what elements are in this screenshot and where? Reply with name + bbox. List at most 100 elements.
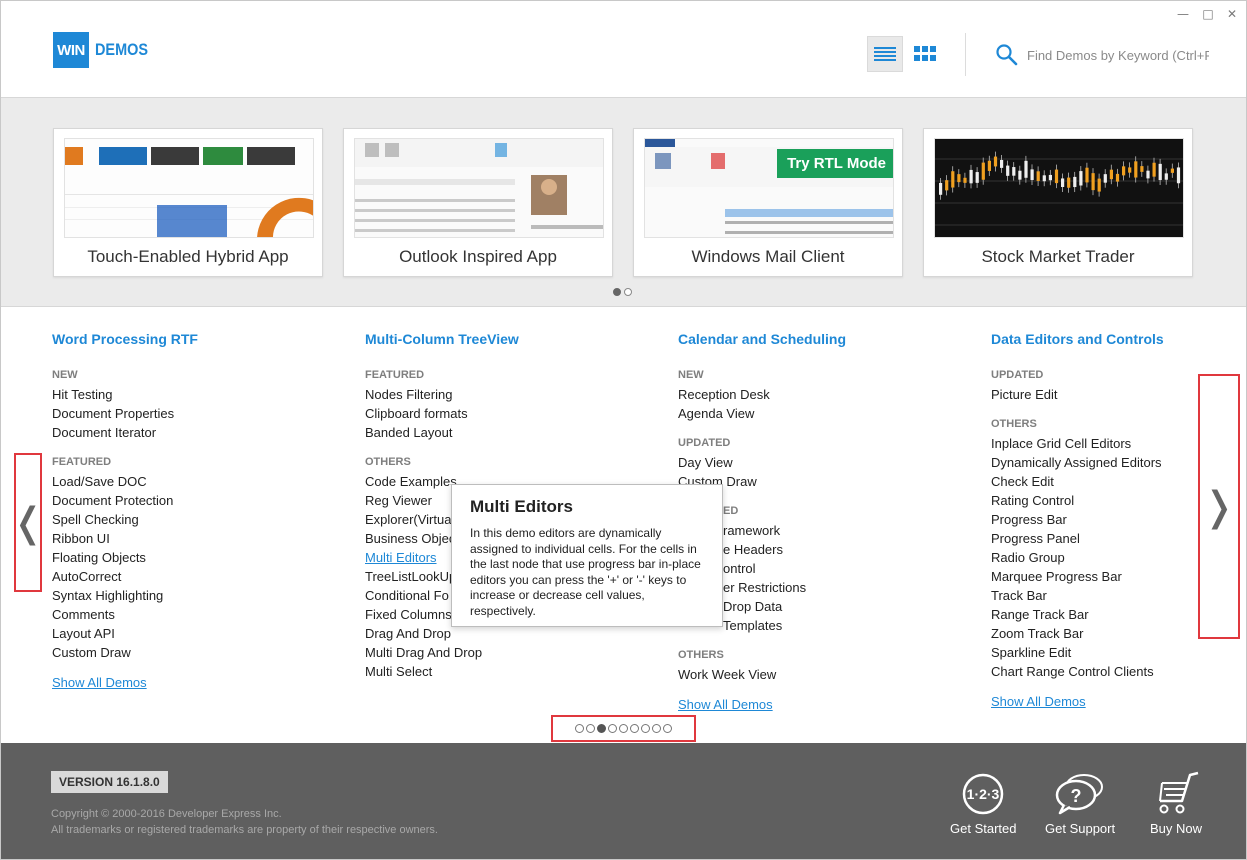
minimize-button[interactable]: —: [1174, 7, 1192, 21]
show-all-demos-link[interactable]: Show All Demos: [52, 673, 312, 692]
category-title[interactable]: Calendar and Scheduling: [678, 331, 938, 347]
cart-icon: [1159, 771, 1199, 814]
demo-link[interactable]: Document Iterator: [52, 423, 312, 442]
featured-card-touch-hybrid[interactable]: Touch-Enabled Hybrid App: [53, 128, 323, 277]
demo-link[interactable]: Spell Checking: [52, 510, 312, 529]
card-thumbnail: [64, 138, 314, 238]
card-thumbnail: [934, 138, 1184, 238]
demo-link[interactable]: Comments: [52, 605, 312, 624]
demo-link[interactable]: Day View: [678, 453, 938, 472]
card-title: Outlook Inspired App: [399, 247, 557, 266]
pager-dot[interactable]: [613, 288, 621, 296]
logo-text: DEMOS: [95, 40, 148, 59]
demo-link[interactable]: Clipboard formats: [365, 404, 625, 423]
featured-card-stock-trader[interactable]: Stock Market Trader: [923, 128, 1193, 277]
section-label: OTHERS: [678, 649, 724, 661]
featured-card-windows-mail[interactable]: Try RTL Mode Windows Mail Client: [633, 128, 903, 277]
pager-dot[interactable]: [624, 288, 632, 296]
svg-text:1·2·3: 1·2·3: [967, 786, 1000, 802]
footer-button-label: Get Started: [950, 821, 1017, 836]
search-icon[interactable]: [995, 43, 1019, 67]
pager-dot[interactable]: [630, 724, 639, 733]
try-rtl-badge[interactable]: Try RTL Mode: [777, 149, 893, 178]
tile-view-icon: [914, 46, 936, 61]
demo-link[interactable]: Load/Save DOC: [52, 472, 312, 491]
svg-text:?: ?: [1071, 786, 1082, 806]
demo-link[interactable]: Multi Drag And Drop: [365, 643, 625, 662]
steps-123-icon: 1·2·3: [962, 773, 1004, 815]
demo-link[interactable]: Custom Draw: [52, 643, 312, 662]
list-view-icon: [874, 47, 896, 61]
version-badge: VERSION 16.1.8.0: [51, 771, 168, 793]
demo-link[interactable]: Floating Objects: [52, 548, 312, 567]
get-support-button[interactable]: ? Get Support: [1045, 771, 1115, 836]
demo-link[interactable]: Reception Desk: [678, 385, 938, 404]
category-title[interactable]: Data Editors and Controls: [991, 331, 1246, 347]
section-label: FEATURED: [365, 369, 425, 381]
demo-link[interactable]: Document Properties: [52, 404, 312, 423]
previous-page-button[interactable]: ❬: [11, 453, 45, 592]
demo-tooltip: Multi Editors In this demo editors are d…: [451, 484, 723, 627]
next-page-button[interactable]: ❭: [1198, 374, 1240, 639]
footer-button-label: Get Support: [1045, 821, 1116, 836]
demo-link[interactable]: Chart Range Control Clients: [991, 662, 1246, 681]
card-title: Touch-Enabled Hybrid App: [87, 247, 289, 266]
copyright-text: Copyright © 2000-2016 Developer Express …: [51, 808, 282, 820]
tile-view-button[interactable]: [907, 36, 943, 72]
maximize-button[interactable]: □: [1199, 7, 1217, 21]
demo-link[interactable]: Document Protection: [52, 491, 312, 510]
pager-dot[interactable]: [597, 724, 606, 733]
demo-link[interactable]: Multi Select: [365, 662, 625, 681]
footer: VERSION 16.1.8.0 Copyright © 2000-2016 D…: [1, 743, 1246, 859]
logo-mark: WIN: [53, 32, 89, 68]
tooltip-title: Multi Editors: [470, 497, 573, 516]
featured-card-outlook[interactable]: Outlook Inspired App: [343, 128, 613, 277]
demo-link[interactable]: Layout API: [52, 624, 312, 643]
category-pager: [551, 715, 696, 742]
section-label: UPDATED: [678, 437, 731, 449]
pager-dot[interactable]: [575, 724, 584, 733]
pager-dot[interactable]: [619, 724, 628, 733]
tooltip-description: In this demo editors are dynamically ass…: [470, 526, 701, 618]
buy-now-button[interactable]: Buy Now: [1150, 771, 1202, 836]
list-view-button[interactable]: [867, 36, 903, 72]
app-logo: WIN DEMOS: [53, 32, 157, 68]
card-title: Windows Mail Client: [691, 247, 845, 266]
card-thumbnail: [354, 138, 604, 238]
close-button[interactable]: ✕: [1223, 7, 1241, 21]
show-all-demos-link[interactable]: Show All Demos: [991, 692, 1246, 711]
card-thumbnail: Try RTL Mode: [644, 138, 894, 238]
trademark-text: All trademarks or registered trademarks …: [51, 824, 438, 836]
demo-link[interactable]: Hit Testing: [52, 385, 312, 404]
demo-link[interactable]: Banded Layout: [365, 423, 625, 442]
demo-link[interactable]: Nodes Filtering: [365, 385, 625, 404]
pager-dot[interactable]: [652, 724, 661, 733]
demo-center-window: — □ ✕ WIN DEMOS Find Demos by Keyword (C…: [0, 0, 1247, 860]
demo-link[interactable]: Work Week View: [678, 665, 938, 684]
pager-dot[interactable]: [641, 724, 650, 733]
featured-demos-gallery: Touch-Enabled Hybrid App Outlook Inspire…: [1, 97, 1246, 307]
pager-dot[interactable]: [663, 724, 672, 733]
demo-link[interactable]: AutoCorrect: [52, 567, 312, 586]
gallery-pager: [613, 288, 632, 296]
section-label: FEATURED: [52, 456, 112, 468]
chevron-left-icon: ❬: [11, 499, 45, 546]
header-divider: [965, 33, 966, 76]
demo-link[interactable]: Ribbon UI: [52, 529, 312, 548]
category-word-processing: Word Processing RTF NEW Hit Testing Docu…: [52, 331, 312, 692]
chevron-right-icon: ❭: [1202, 483, 1236, 530]
show-all-demos-link[interactable]: Show All Demos: [678, 695, 938, 714]
category-title[interactable]: Multi-Column TreeView: [365, 331, 625, 347]
footer-button-label: Buy Now: [1150, 821, 1203, 836]
section-label: NEW: [52, 369, 78, 381]
category-title[interactable]: Word Processing RTF: [52, 331, 312, 347]
pager-dot[interactable]: [586, 724, 595, 733]
pager-dot[interactable]: [608, 724, 617, 733]
support-bubble-icon: ?: [1055, 774, 1104, 815]
get-started-button[interactable]: 1·2·3 Get Started: [950, 771, 1016, 836]
card-title: Stock Market Trader: [981, 247, 1135, 266]
search-input[interactable]: [1027, 44, 1209, 66]
demo-link[interactable]: Syntax Highlighting: [52, 586, 312, 605]
demo-link[interactable]: Sparkline Edit: [991, 643, 1246, 662]
demo-link[interactable]: Agenda View: [678, 404, 938, 423]
